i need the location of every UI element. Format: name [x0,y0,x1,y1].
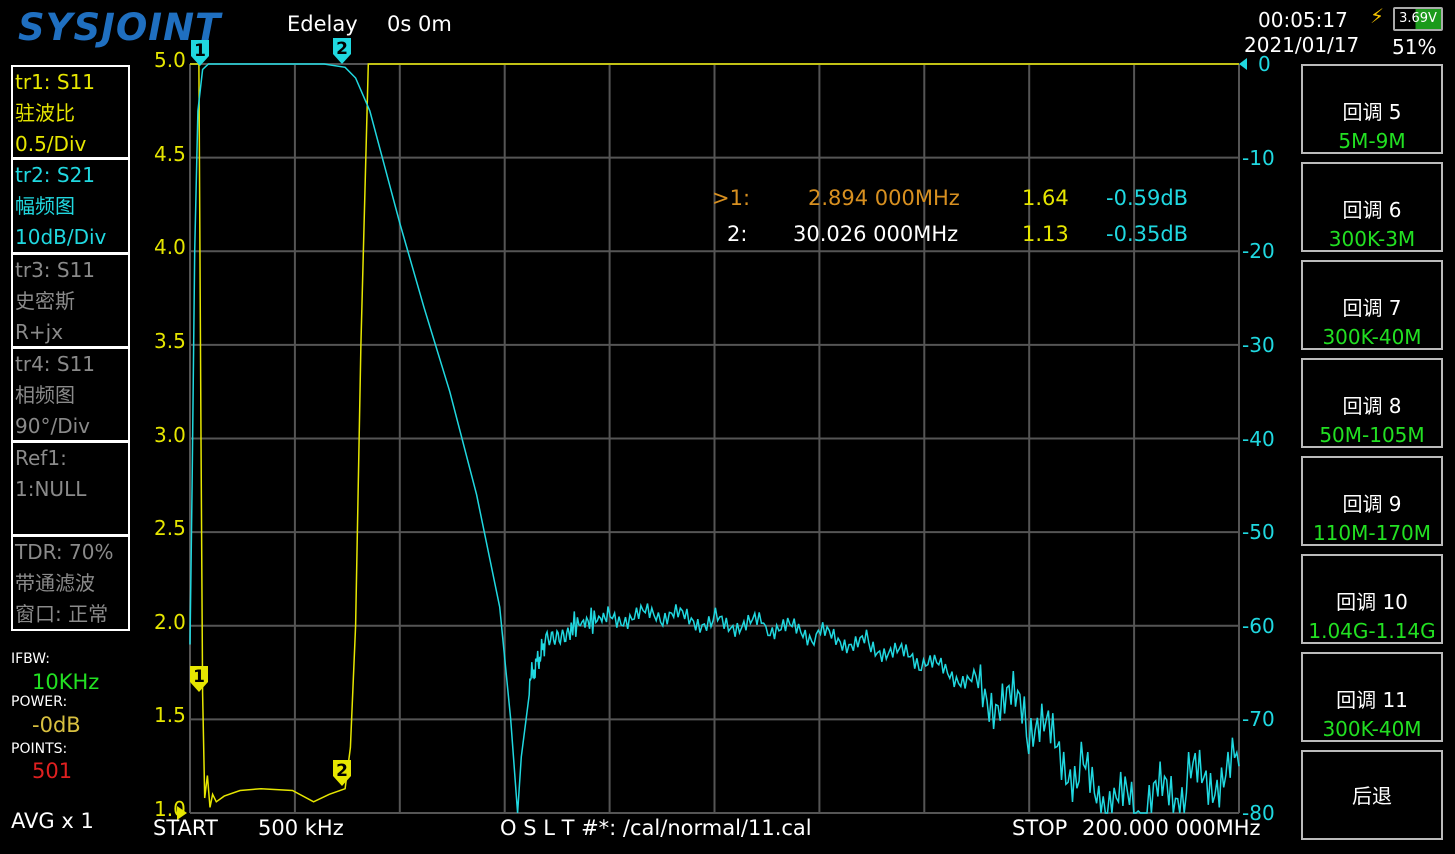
menu-recall-5[interactable]: 回调 5 5M-9M [1301,64,1443,154]
stop-value[interactable]: 200.000 000MHz [1082,816,1261,840]
marker2-db: -0.35dB [1106,222,1189,246]
menu-recall-9[interactable]: 回调 9 110M-170M [1301,456,1443,546]
plot-area[interactable]: 1 2 1 2 [0,0,1455,854]
grid [189,63,1240,814]
marker2-label: 2: [727,222,748,246]
menu-recall-11[interactable]: 回调 11 300K-40M [1301,652,1443,742]
menu-sub: 5M-9M [1338,129,1406,153]
menu-sub: 300K-40M [1322,325,1422,349]
marker2-swr: 1.13 [1022,222,1069,246]
menu-sub: 110M-170M [1312,521,1432,545]
menu-title: 回调 5 [1342,100,1402,124]
marker1-freq: 2.894 000MHz [808,186,960,210]
marker1-db: -0.59dB [1106,186,1189,210]
back-label: 后退 [1352,784,1392,808]
marker-1-tr1[interactable]: 1 [190,666,208,692]
menu-title: 回调 9 [1342,492,1402,516]
ref-arrow-right-icon [1239,58,1247,70]
menu-title: 回调 11 [1336,688,1408,712]
svg-text:2: 2 [336,761,348,781]
marker1-label: >1: [712,186,751,210]
svg-text:1: 1 [194,41,206,61]
stop-label: STOP [1012,816,1068,840]
menu-recall-10[interactable]: 回调 10 1.04G-1.14G [1301,554,1443,644]
start-label: START [153,816,218,840]
menu-sub: 1.04G-1.14G [1308,619,1436,643]
marker-1-tr2[interactable]: 1 [191,40,209,66]
svg-text:2: 2 [336,39,348,59]
menu-title: 回调 10 [1336,590,1408,614]
back-button[interactable]: 后退 [1301,750,1443,840]
marker2-freq: 30.026 000MHz [793,222,959,246]
menu-sub: 300K-3M [1328,227,1416,251]
menu-sub: 300K-40M [1322,717,1422,741]
marker-2-tr2[interactable]: 2 [333,38,351,64]
menu-title: 回调 6 [1342,198,1402,222]
menu-sub: 50M-105M [1319,423,1425,447]
marker1-swr: 1.64 [1022,186,1069,210]
svg-text:1: 1 [193,667,205,687]
menu-title: 回调 8 [1342,394,1402,418]
marker-2-tr1[interactable]: 2 [333,760,351,786]
menu-recall-7[interactable]: 回调 7 300K-40M [1301,260,1443,350]
start-value[interactable]: 500 kHz [258,816,344,840]
menu-recall-8[interactable]: 回调 8 50M-105M [1301,358,1443,448]
menu-title: 回调 7 [1342,296,1402,320]
menu-recall-6[interactable]: 回调 6 300K-3M [1301,162,1443,252]
cal-file: O S L T #*: /cal/normal/11.cal [500,816,812,840]
